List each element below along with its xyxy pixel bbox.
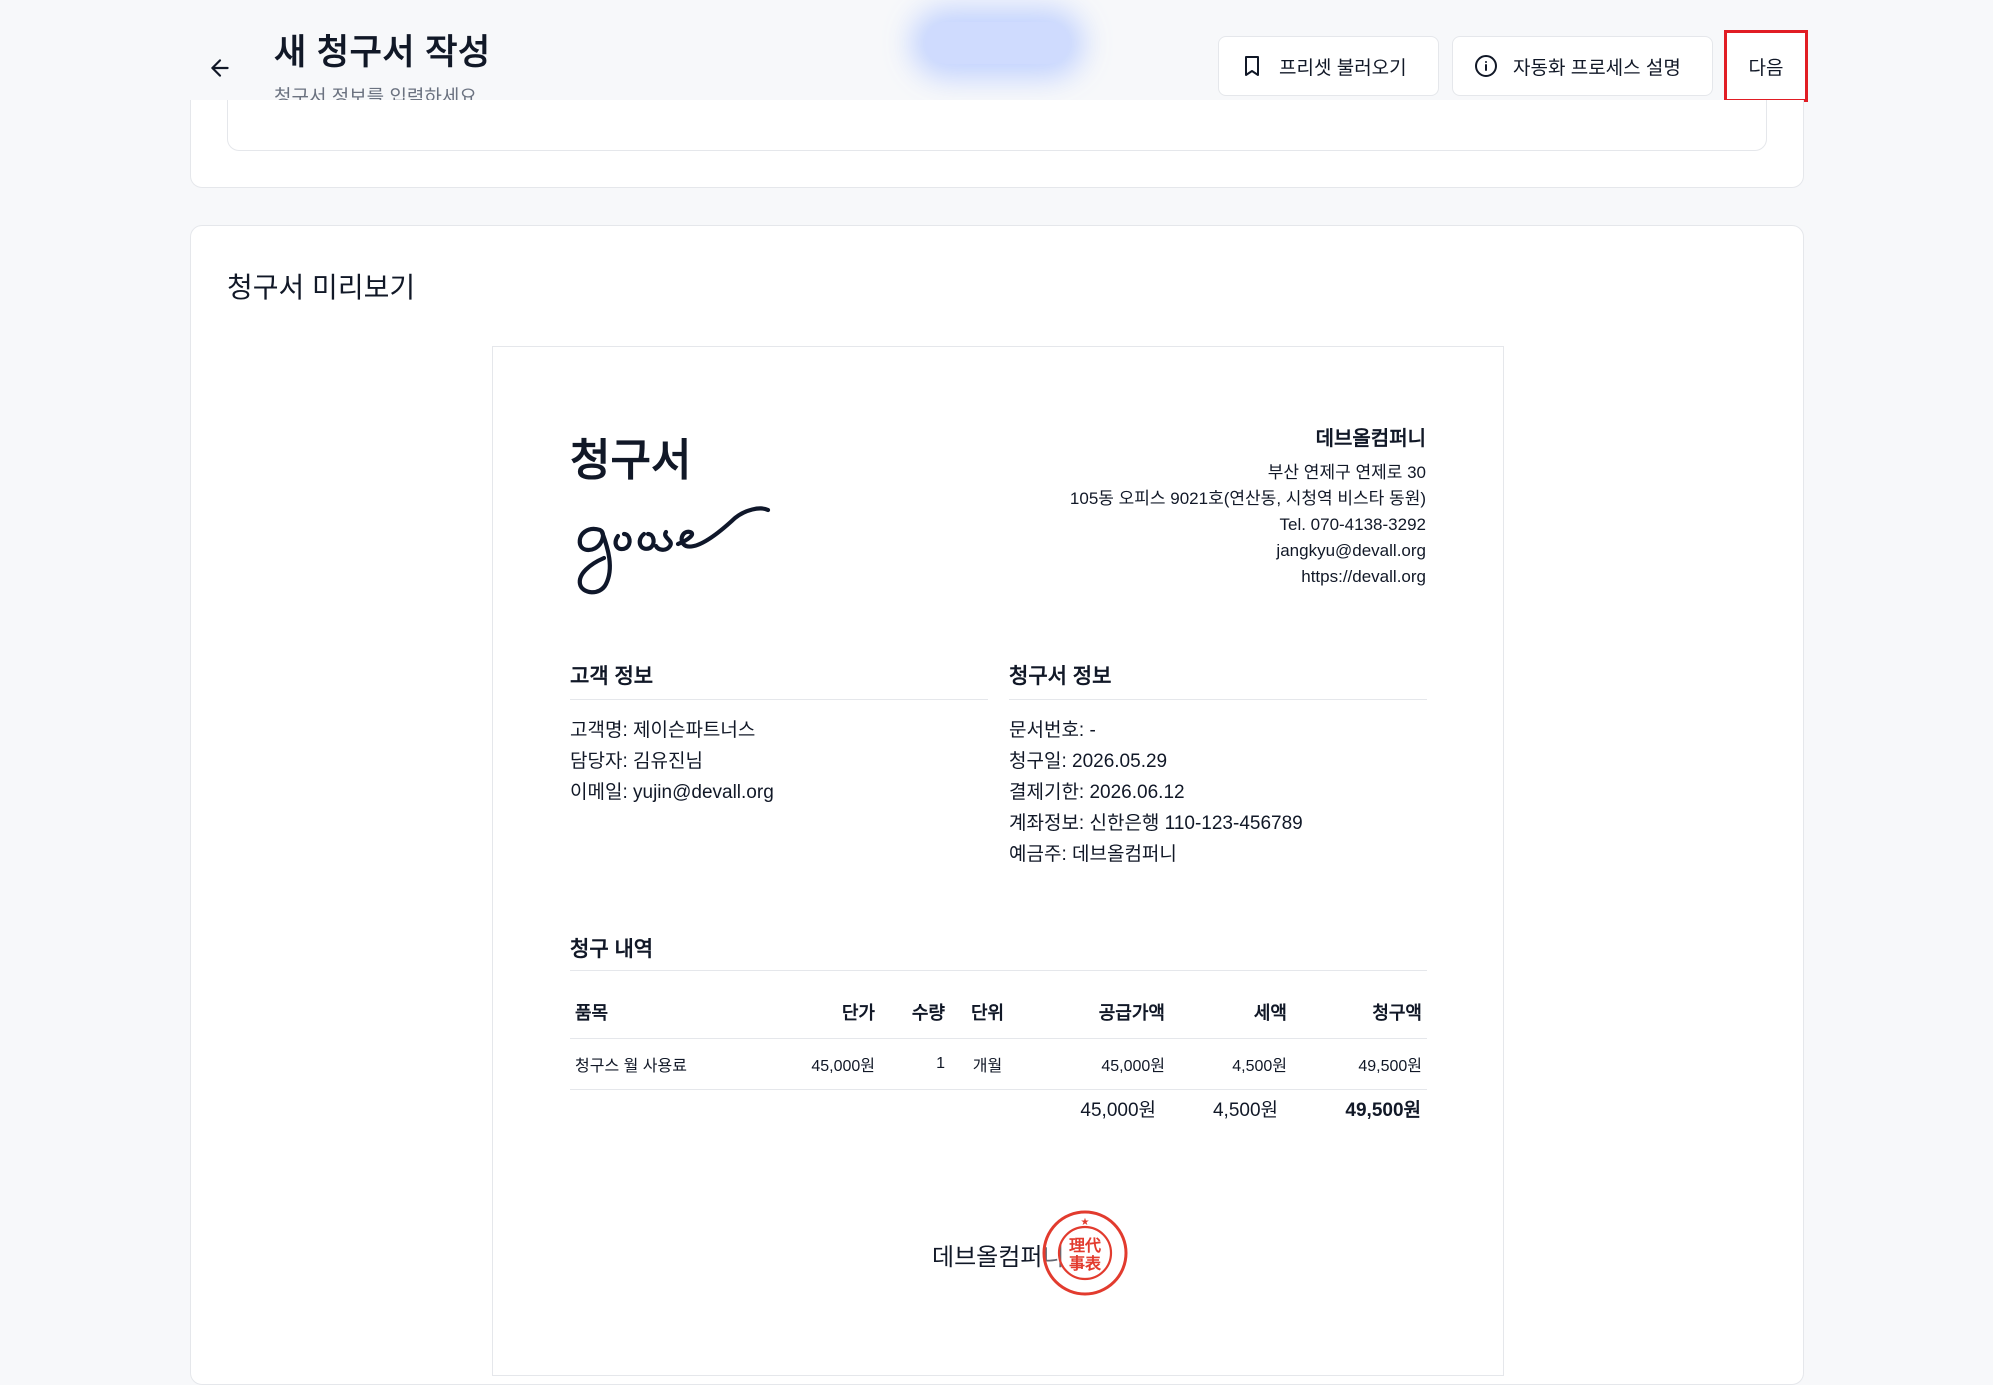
divider	[570, 699, 988, 700]
signature-logo	[577, 506, 771, 595]
form-card	[190, 100, 1804, 188]
item-name: 청구스 월 사용료	[570, 1038, 770, 1090]
company-info: 데브올컴퍼니 부산 연제구 연제로 30 105동 오피스 9021호(연산동,…	[1070, 426, 1426, 590]
company-email: jangkyu@devall.org	[1276, 541, 1426, 560]
field-label: 고객명:	[570, 720, 628, 741]
supply-amount: 45,000원	[1025, 1038, 1170, 1090]
tax-amount: 4,500원	[1170, 1038, 1292, 1090]
page-title: 새 청구서 작성	[274, 33, 491, 72]
arrow-left-icon	[211, 59, 229, 77]
field-label: 예금주:	[1009, 844, 1067, 865]
seal-text-bottom: 事表	[1069, 1254, 1102, 1273]
doc-number-row: 문서번호: -	[1009, 715, 1096, 746]
field-label: 문서번호:	[1009, 720, 1085, 741]
company-seal: ★ 理代 事表	[1042, 1210, 1128, 1296]
info-icon	[1473, 53, 1499, 79]
issue-date-row: 청구일: 2026.05.29	[1009, 746, 1167, 777]
field-label: 담당자:	[570, 751, 628, 772]
field-value: 2026.05.29	[1066, 751, 1168, 772]
svg-text:★: ★	[1081, 1217, 1090, 1228]
table-header-row: 품목 단가 수량 단위 공급가액 세액 청구액	[570, 985, 1427, 1039]
next-button[interactable]: 다음	[1724, 30, 1808, 102]
field-value: 2026.06.12	[1084, 782, 1185, 803]
account-holder-row: 예금주: 데브올컴퍼니	[1009, 839, 1177, 870]
field-value: 제이슨파트너스	[627, 720, 756, 741]
load-preset-label: 프리셋 불러오기	[1279, 57, 1407, 79]
next-label: 다음	[1748, 57, 1784, 79]
column-header: 단가	[770, 985, 880, 1039]
automation-info-button[interactable]: 자동화 프로세스 설명	[1452, 36, 1713, 96]
due-date-row: 결제기한: 2026.06.12	[1009, 777, 1185, 808]
customer-name-row: 고객명: 제이슨파트너스	[570, 715, 755, 746]
company-website: https://devall.org	[1301, 567, 1426, 586]
field-label: 이메일:	[570, 782, 628, 803]
column-header: 공급가액	[1025, 985, 1170, 1039]
quantity: 1	[880, 1038, 950, 1090]
column-header: 단위	[950, 985, 1025, 1039]
line-items-heading: 청구 내역	[570, 938, 654, 961]
column-header: 품목	[570, 985, 770, 1039]
unit: 개월	[950, 1038, 1025, 1090]
company-address-1: 부산 연제구 연제로 30	[1267, 463, 1426, 482]
column-header: 세액	[1170, 985, 1292, 1039]
blurred-overlay	[925, 22, 1070, 64]
column-header: 수량	[880, 985, 950, 1039]
preview-title: 청구서 미리보기	[227, 272, 416, 303]
divider	[1009, 699, 1427, 700]
invoice-title: 청구서	[570, 436, 692, 485]
bank-account-row: 계좌정보: 신한은행 110-123-456789	[1009, 808, 1303, 839]
customer-contact-row: 담당자: 김유진님	[570, 746, 703, 777]
field-value: -	[1084, 720, 1096, 741]
bookmark-icon	[1239, 53, 1265, 79]
invoice-info-heading: 청구서 정보	[1009, 665, 1112, 688]
field-label: 계좌정보:	[1009, 813, 1085, 834]
field-value: yujin@devall.org	[627, 782, 774, 803]
customer-email-row: 이메일: yujin@devall.org	[570, 777, 774, 808]
line-items-table: 품목 단가 수량 단위 공급가액 세액 청구액 청구스 월 사용료 45,000…	[570, 985, 1427, 1090]
divider	[570, 970, 1427, 971]
field-value: 데브올컴퍼니	[1066, 844, 1177, 865]
load-preset-button[interactable]: 프리셋 불러오기	[1218, 36, 1439, 96]
customer-info-heading: 고객 정보	[570, 665, 654, 688]
form-card-inner	[227, 100, 1767, 151]
table-row: 청구스 월 사용료 45,000원 1 개월 45,000원 4,500원 49…	[570, 1038, 1427, 1090]
unit-price: 45,000원	[770, 1038, 880, 1090]
automation-info-label: 자동화 프로세스 설명	[1513, 57, 1681, 79]
total-tax: 4,500원	[1212, 1100, 1278, 1121]
total-supply: 45,000원	[1080, 1100, 1156, 1121]
grand-total: 49,500원	[1345, 1100, 1421, 1121]
field-value: 김유진님	[627, 751, 703, 772]
field-value: 신한은행 110-123-456789	[1084, 813, 1303, 834]
field-label: 청구일:	[1009, 751, 1067, 772]
field-label: 결제기한:	[1009, 782, 1085, 803]
company-address-2: 105동 오피스 9021호(연산동, 시청역 비스타 동원)	[1069, 489, 1426, 508]
column-header: 청구액	[1292, 985, 1427, 1039]
seal-text-top: 理代	[1069, 1236, 1101, 1255]
company-phone: Tel. 070-4138-3292	[1279, 515, 1426, 534]
billed-amount: 49,500원	[1292, 1038, 1427, 1090]
company-name: 데브올컴퍼니	[1315, 428, 1426, 450]
back-button[interactable]	[202, 50, 238, 86]
